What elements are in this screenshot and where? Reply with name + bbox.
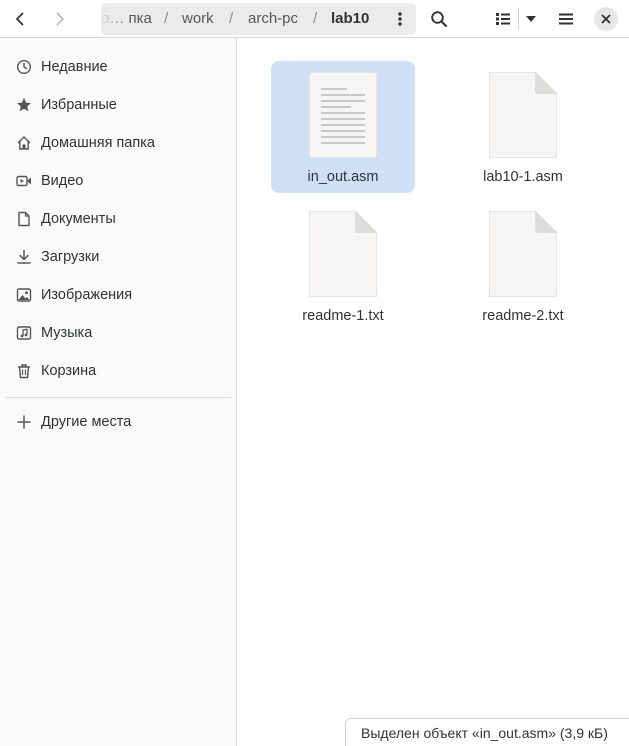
sidebar-item-label: Документы [41,211,116,227]
sidebar-item-documents[interactable]: Документы [0,200,236,238]
view-options-dropdown[interactable] [519,3,543,35]
sidebar-item-label: Недавние [41,59,108,75]
list-view-icon [496,13,510,25]
breadcrumb-separator: / [313,10,318,27]
file-item[interactable]: readme-2.txt [451,200,595,332]
search-icon [431,11,448,28]
sidebar-item-label: Другие места [41,414,132,430]
music-icon [16,325,32,341]
sidebar-item-label: Домашняя папка [41,135,155,151]
sidebar-item-starred[interactable]: Избранные [0,86,236,124]
home-icon [16,135,32,151]
selection-status-label: Выделен объект «in_out.asm» (3,9 кБ) [345,718,629,746]
sidebar-divider [6,397,231,398]
breadcrumb-separator: / [229,10,234,27]
generic-file-icon [489,211,557,297]
sidebar-item-label: Изображения [41,287,133,303]
triangle-down-icon [526,16,536,22]
path-fade-overlay [101,3,129,35]
breadcrumb-work[interactable]: work [182,3,214,35]
sidebar-item-pictures[interactable]: Изображения [0,276,236,314]
back-button[interactable] [4,3,36,35]
sidebar-item-music[interactable]: Музыка [0,314,236,352]
chevron-right-icon [56,12,64,26]
file-name: in_out.asm [307,169,379,185]
sidebar-item-label: Загрузки [41,249,100,265]
file-name: readme-2.txt [482,308,564,324]
breadcrumb-current-lab10[interactable]: lab10 [331,3,369,35]
headerbar: о… пка / work / arch-pc / lab10 [0,0,629,38]
document-icon [16,211,32,227]
sidebar-item-label: Корзина [41,363,97,379]
view-list-button[interactable] [487,3,519,35]
main-menu-button[interactable] [550,3,582,35]
file-item[interactable]: in_out.asm [271,61,415,193]
file-item[interactable]: lab10-1.asm [451,61,595,193]
sidebar-item-other-locations[interactable]: Другие места [0,403,236,441]
sidebar: Недавние Избранные Домашняя папка Видео … [0,38,237,746]
file-grid: in_out.asm lab10-1.asm readme-1.txt read… [238,38,629,746]
plus-icon [16,414,32,430]
generic-file-icon [309,211,377,297]
file-name: readme-1.txt [302,308,384,324]
search-button[interactable] [423,3,455,35]
video-icon [16,173,32,189]
path-bar: о… пка / work / arch-pc / lab10 [101,3,416,35]
sidebar-item-videos[interactable]: Видео [0,162,236,200]
sidebar-item-home[interactable]: Домашняя папка [0,124,236,162]
breadcrumb-arch-pc[interactable]: arch-pc [248,3,298,35]
file-item[interactable]: readme-1.txt [271,200,415,332]
generic-file-icon [489,72,557,158]
sidebar-item-label: Избранные [41,97,117,113]
vertical-dots-icon [398,12,402,26]
chevron-left-icon [16,12,24,26]
text-file-icon [309,72,377,158]
sidebar-item-label: Видео [41,173,84,189]
close-icon [601,14,611,24]
file-name: lab10-1.asm [483,169,563,185]
forward-button[interactable] [44,3,76,35]
sidebar-item-downloads[interactable]: Загрузки [0,238,236,276]
download-icon [16,249,32,265]
sidebar-item-recent[interactable]: Недавние [0,48,236,86]
breadcrumb-separator: / [164,10,169,27]
close-button[interactable] [594,7,618,31]
path-menu-button[interactable] [384,3,416,35]
image-icon [16,287,32,303]
clock-icon [16,59,32,75]
trash-icon [16,363,32,379]
hamburger-menu-icon [559,13,573,25]
sidebar-item-label: Музыка [41,325,93,341]
sidebar-item-trash[interactable]: Корзина [0,352,236,390]
star-icon [16,97,32,113]
